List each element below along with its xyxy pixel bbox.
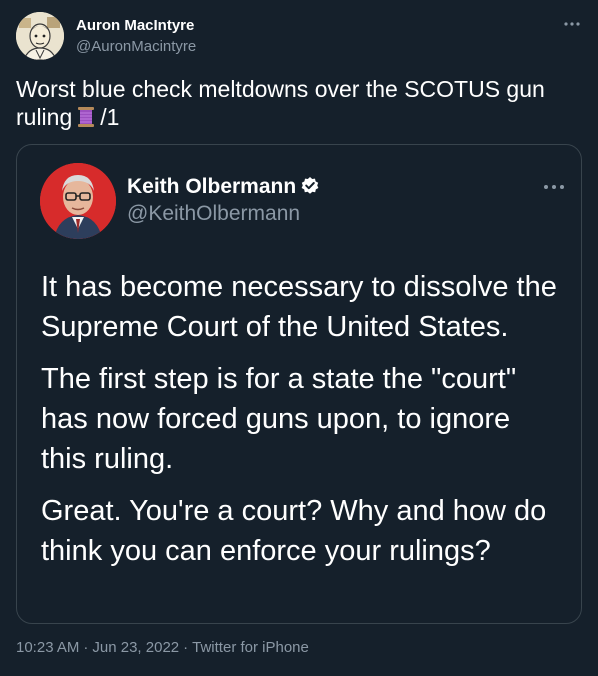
quoted-tweet[interactable]: Keith Olbermann @KeithOlbermann It has b… [16, 144, 582, 624]
tweet-text: Worst blue check meltdowns over the SCOT… [16, 75, 576, 131]
author-handle[interactable]: @AuronMacintyre [76, 38, 196, 55]
tweet[interactable]: Auron MacIntyre @AuronMacintyre Worst bl… [0, 0, 598, 676]
quoted-more-options-icon[interactable] [541, 177, 567, 197]
verified-badge-icon [300, 176, 320, 196]
quoted-author-name[interactable]: Keith Olbermann [127, 175, 320, 199]
tweet-text-line1: Worst blue check meltdowns over the SCOT… [16, 76, 545, 102]
author-name[interactable]: Auron MacIntyre [76, 17, 194, 34]
tweet-text-thread-marker: /1 [100, 104, 120, 130]
quoted-paragraph: Great. You're a court? Why and how do th… [41, 495, 547, 567]
more-options-icon[interactable] [562, 14, 582, 34]
quoted-author-handle[interactable]: @KeithOlbermann [127, 202, 300, 226]
quoted-author-name-text: Keith Olbermann [127, 175, 297, 198]
separator-dot: · [183, 639, 189, 656]
tweet-header: Auron MacIntyre @AuronMacintyre [16, 12, 582, 64]
spool-of-thread-icon [75, 106, 97, 128]
avatar[interactable] [16, 12, 64, 60]
quoted-paragraph: It has become necessary to dissolve the … [41, 271, 557, 343]
quoted-paragraph: The first step is for a state the "court… [41, 363, 517, 475]
tweet-source[interactable]: Twitter for iPhone [192, 639, 309, 656]
quoted-tweet-body: It has become necessary to dissolve the … [41, 267, 561, 583]
quoted-avatar[interactable] [40, 163, 116, 239]
tweet-footer: 10:23 AM · Jun 23, 2022 · Twitter for iPhone [16, 639, 309, 656]
tweet-time[interactable]: 10:23 AM [16, 639, 79, 656]
separator-dot: · [83, 639, 89, 656]
tweet-date[interactable]: Jun 23, 2022 [92, 639, 179, 656]
tweet-text-line2: ruling [16, 104, 73, 130]
